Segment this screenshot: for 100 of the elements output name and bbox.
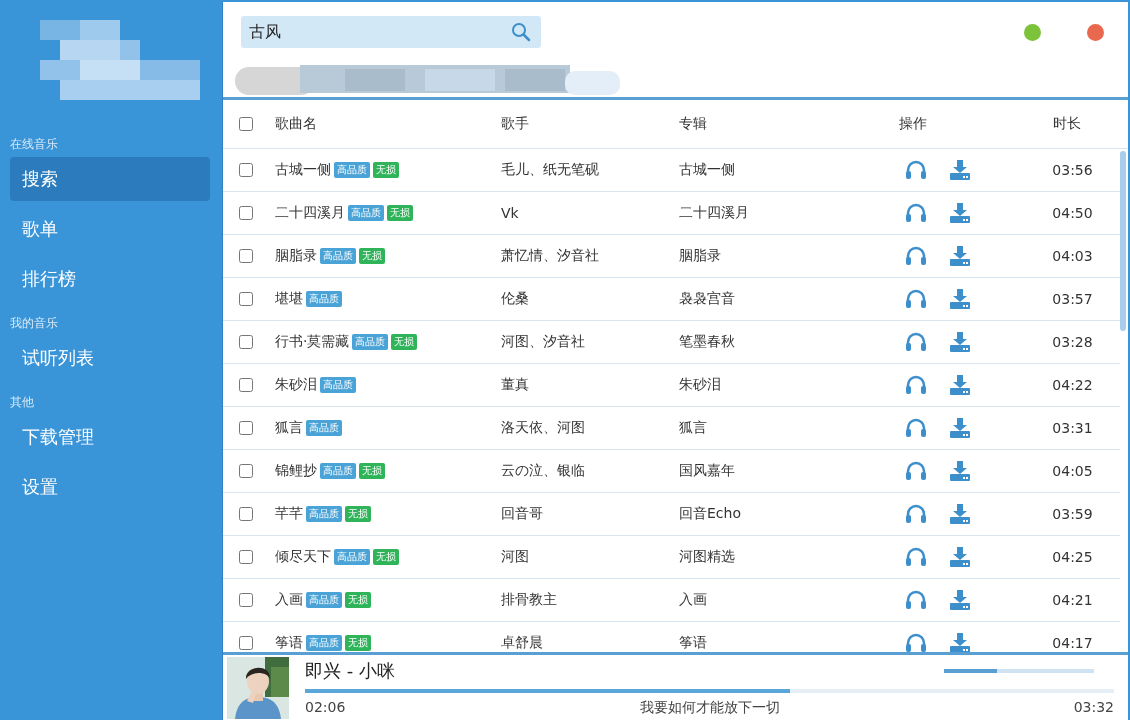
headphones-icon[interactable]: [905, 461, 927, 481]
quality-tag: 高品质: [320, 463, 356, 479]
row-checkbox[interactable]: [239, 163, 253, 177]
row-checkbox[interactable]: [239, 593, 253, 607]
download-icon[interactable]: [949, 590, 971, 610]
headphones-icon[interactable]: [905, 289, 927, 309]
quality-tag: 无损: [345, 592, 371, 608]
quality-tag: 高品质: [334, 549, 370, 565]
column-header: 专辑: [679, 115, 708, 133]
row-checkbox[interactable]: [239, 249, 253, 263]
sidebar-item[interactable]: 歌单: [10, 207, 210, 251]
sidebar-item[interactable]: 搜索: [10, 157, 210, 201]
song-title: 二十四溪月: [275, 204, 345, 222]
album-cell-text: 狐言: [679, 419, 708, 437]
download-icon[interactable]: [949, 375, 971, 395]
song-title: 胭脂录: [275, 247, 317, 265]
download-icon[interactable]: [949, 160, 971, 180]
headphones-icon[interactable]: [905, 160, 927, 180]
row-checkbox[interactable]: [239, 464, 253, 478]
album-cell-text: 袅袅宫音: [679, 290, 736, 308]
headphones-icon[interactable]: [905, 332, 927, 352]
quality-tag: 无损: [387, 205, 413, 221]
artist-cell-text: 河图、汐音社: [501, 333, 586, 351]
lyric-line: 我要如何才能放下一切: [639, 698, 780, 717]
search-field[interactable]: 古风: [241, 16, 541, 48]
elapsed-time: 02:06: [305, 698, 346, 717]
headphones-icon[interactable]: [905, 633, 927, 652]
duration-cell-text: 04:22: [1051, 377, 1094, 393]
progress-bar[interactable]: [305, 688, 1114, 693]
headphones-icon[interactable]: [905, 203, 927, 223]
album-cell-text: 笔墨春秋: [679, 333, 736, 351]
row-checkbox[interactable]: [239, 335, 253, 349]
quality-tag: 高品质: [320, 248, 356, 264]
total-time: 03:32: [1073, 698, 1114, 717]
quality-tag: 高品质: [352, 334, 389, 350]
quality-tag: 高品质: [348, 205, 384, 221]
volume-slider[interactable]: [944, 668, 1094, 673]
duration-cell-text: 04:17: [1051, 635, 1094, 651]
artist-cell-text: Vk: [501, 205, 520, 221]
row-checkbox[interactable]: [239, 378, 253, 392]
sidebar-item[interactable]: 设置: [10, 465, 210, 509]
artist-cell-text: 伦桑: [501, 290, 530, 308]
download-icon[interactable]: [949, 504, 971, 524]
download-icon[interactable]: [949, 547, 971, 567]
artist-cell-text: 毛儿、纸无笔砚: [501, 161, 600, 179]
download-icon[interactable]: [949, 418, 971, 438]
headphones-icon[interactable]: [905, 590, 927, 610]
song-title: 芊芊: [275, 505, 303, 523]
duration-cell-text: 04:25: [1051, 549, 1094, 565]
quality-tag: 高品质: [320, 377, 356, 393]
sidebar-item[interactable]: 试听列表: [10, 336, 210, 380]
headphones-icon[interactable]: [905, 418, 927, 438]
select-all-checkbox[interactable]: [239, 117, 253, 131]
search-icon[interactable]: [511, 22, 531, 42]
song-title: 行书·莫需藏: [275, 333, 350, 351]
sidebar-section-title: 其他: [10, 394, 35, 411]
quality-tag: 高品质: [306, 592, 342, 608]
quality-tag: 高品质: [306, 635, 342, 651]
row-checkbox[interactable]: [239, 507, 253, 521]
download-icon[interactable]: [949, 633, 971, 652]
quality-tag: 无损: [359, 248, 385, 264]
quality-tag: 高品质: [306, 291, 342, 307]
headphones-icon[interactable]: [905, 375, 927, 395]
download-icon[interactable]: [949, 289, 971, 309]
artist-cell-text: 萧忆情、汐音社: [501, 247, 600, 265]
album-cell-text: 国风嘉年: [679, 462, 736, 480]
song-title: 入画: [275, 591, 303, 609]
album-cell-text: 入画: [679, 591, 708, 609]
row-checkbox[interactable]: [239, 550, 253, 564]
row-checkbox[interactable]: [239, 206, 253, 220]
scrollbar-thumb[interactable]: [1120, 151, 1126, 331]
artist-cell-text: 董真: [501, 376, 530, 394]
sidebar-section-title: 我的音乐: [10, 315, 59, 332]
download-icon[interactable]: [949, 461, 971, 481]
song-title: 朱砂泪: [275, 376, 317, 394]
headphones-icon[interactable]: [905, 504, 927, 524]
row-checkbox[interactable]: [239, 292, 253, 306]
row-checkbox[interactable]: [239, 421, 253, 435]
window-button[interactable]: [1087, 23, 1104, 41]
song-title: 倾尽天下: [275, 548, 331, 566]
download-icon[interactable]: [949, 332, 971, 352]
duration-cell-text: 04:50: [1051, 205, 1094, 221]
album-cell-text: 河图精选: [679, 548, 736, 566]
quality-tag: 高品质: [306, 420, 342, 436]
song-title: 古城一侧: [275, 161, 331, 179]
row-checkbox[interactable]: [239, 636, 253, 650]
column-header: 操作: [899, 115, 928, 133]
duration-cell-text: 03:59: [1051, 506, 1094, 522]
download-icon[interactable]: [949, 246, 971, 266]
duration-cell-text: 03:56: [1051, 162, 1094, 178]
headphones-icon[interactable]: [905, 547, 927, 567]
duration-cell-text: 04:05: [1051, 463, 1094, 479]
sidebar-item[interactable]: 排行榜: [10, 257, 210, 301]
download-icon[interactable]: [949, 203, 971, 223]
headphones-icon[interactable]: [905, 246, 927, 266]
artist-cell-text: 云の泣、银临: [501, 462, 586, 480]
sidebar-item[interactable]: 下载管理: [10, 415, 210, 459]
window-button[interactable]: [1024, 23, 1041, 41]
song-title: 狐言: [275, 419, 303, 437]
quality-tag: 高品质: [334, 162, 370, 178]
